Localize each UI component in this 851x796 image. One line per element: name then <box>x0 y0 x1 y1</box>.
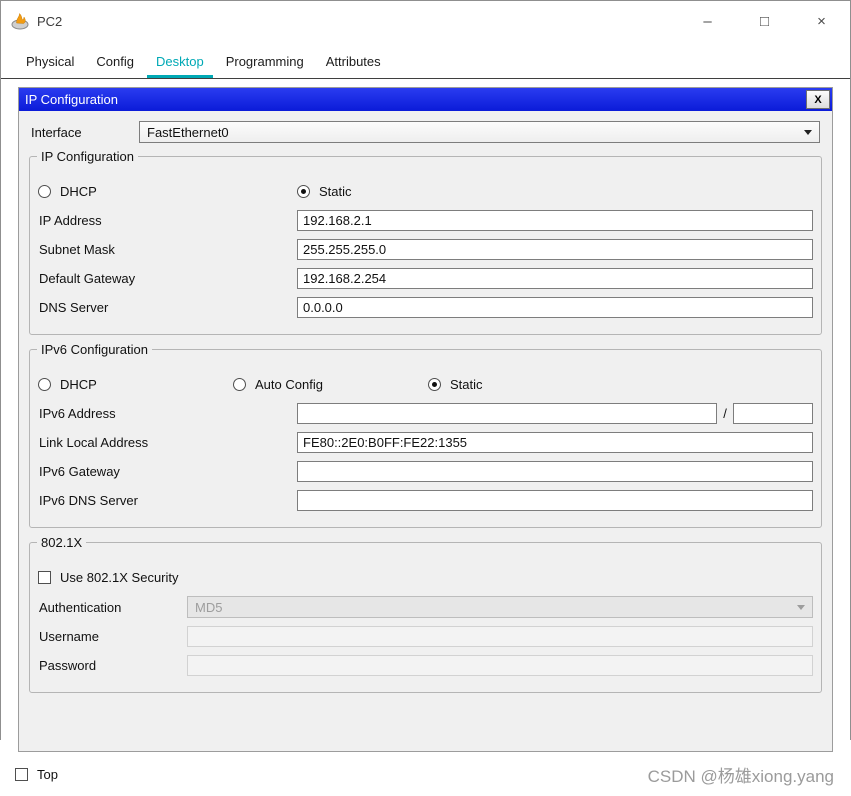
window-footer: Top CSDN @杨雄xiong.yang <box>1 752 850 796</box>
ip-configuration-group: IP Configuration DHCP Static IP Address <box>29 149 822 335</box>
subnet-mask-field[interactable] <box>297 239 813 260</box>
ipv6-address-label: IPv6 Address <box>39 406 116 421</box>
use-8021x-label: Use 802.1X Security <box>60 570 179 585</box>
radio-icon <box>38 185 51 198</box>
tab-desktop[interactable]: Desktop <box>145 45 215 78</box>
ipv6-gateway-label: IPv6 Gateway <box>39 464 120 479</box>
default-gateway-field[interactable] <box>297 268 813 289</box>
window-titlebar: PC2 – □ × <box>1 1 850 41</box>
tab-attributes[interactable]: Attributes <box>315 45 392 78</box>
ip-dhcp-radio[interactable]: DHCP <box>38 184 297 199</box>
dialog-close-button[interactable]: X <box>806 90 830 109</box>
ip-mode-row: DHCP Static <box>38 181 813 202</box>
dns-server-row: DNS Server <box>38 297 813 318</box>
ipv6-dns-server-field[interactable] <box>297 490 813 511</box>
window-controls: – □ × <box>679 1 850 41</box>
ipv6-static-label: Static <box>450 377 483 392</box>
default-gateway-label: Default Gateway <box>39 271 136 286</box>
radio-icon <box>38 378 51 391</box>
subnet-mask-label: Subnet Mask <box>39 242 115 257</box>
top-checkbox[interactable]: Top <box>15 767 58 782</box>
interface-selected-value: FastEthernet0 <box>147 124 229 140</box>
ip-address-label: IP Address <box>39 213 102 228</box>
authentication-selected-value: MD5 <box>195 599 223 615</box>
interface-row: Interface FastEthernet0 <box>29 118 822 146</box>
password-row: Password <box>38 655 813 676</box>
password-field <box>187 655 813 676</box>
dialog-titlebar: IP Configuration X <box>19 88 832 111</box>
dialog-title: IP Configuration <box>25 92 118 107</box>
ip-configuration-dialog: IP Configuration X Interface FastEtherne… <box>18 87 833 752</box>
dns-server-label: DNS Server <box>39 300 109 315</box>
ipv6-static-radio[interactable]: Static <box>428 377 483 392</box>
ipv6-gateway-row: IPv6 Gateway <box>38 461 813 482</box>
username-label: Username <box>39 629 99 644</box>
tab-content: IP Configuration X Interface FastEtherne… <box>1 79 850 752</box>
radio-icon <box>233 378 246 391</box>
authentication-select: MD5 <box>187 596 813 618</box>
ipv6-dns-server-label: IPv6 DNS Server <box>39 493 138 508</box>
ip-static-radio[interactable]: Static <box>297 184 352 199</box>
checkbox-icon <box>38 571 51 584</box>
top-label: Top <box>37 766 58 782</box>
authentication-label: Authentication <box>39 599 122 615</box>
authentication-row: Authentication MD5 <box>38 596 813 618</box>
ipv6-mode-row: DHCP Auto Config Static <box>38 374 813 395</box>
ip-configuration-group-title: IP Configuration <box>37 149 138 164</box>
use-8021x-row: Use 802.1X Security <box>38 567 813 588</box>
link-local-address-label: Link Local Address <box>39 435 149 450</box>
ipv6-dhcp-radio[interactable]: DHCP <box>38 377 233 392</box>
link-local-address-field[interactable] <box>297 432 813 453</box>
ipv6-gateway-field[interactable] <box>297 461 813 482</box>
app-window: PC2 – □ × Physical Config Desktop Progra… <box>0 0 851 796</box>
ip-dhcp-label: DHCP <box>60 184 97 199</box>
ipv6-address-field[interactable] <box>297 403 717 424</box>
ipv6-prefix-field[interactable] <box>733 403 813 424</box>
ipv6-dns-server-row: IPv6 DNS Server <box>38 490 813 511</box>
chevron-down-icon <box>804 129 812 135</box>
dns-server-field[interactable] <box>297 297 813 318</box>
use-8021x-checkbox[interactable]: Use 802.1X Security <box>38 570 179 585</box>
dialog-body: Interface FastEthernet0 IP Configuration… <box>19 111 832 751</box>
ipv6-configuration-group-title: IPv6 Configuration <box>37 342 152 357</box>
ipv6-dhcp-label: DHCP <box>60 377 97 392</box>
window-title: PC2 <box>37 13 63 29</box>
interface-label: Interface <box>31 124 82 140</box>
tab-physical[interactable]: Physical <box>15 45 85 78</box>
ipv6-auto-config-label: Auto Config <box>255 377 323 392</box>
subnet-mask-row: Subnet Mask <box>38 239 813 260</box>
watermark: CSDN @杨雄xiong.yang <box>647 766 834 786</box>
interface-select[interactable]: FastEthernet0 <box>139 121 820 143</box>
password-label: Password <box>39 658 97 673</box>
checkbox-icon <box>15 767 28 781</box>
username-field <box>187 626 813 647</box>
default-gateway-row: Default Gateway <box>38 268 813 289</box>
username-row: Username <box>38 626 813 647</box>
close-button[interactable]: × <box>793 1 850 41</box>
tab-config[interactable]: Config <box>85 45 145 78</box>
ip-static-label: Static <box>319 184 352 199</box>
ip-address-row: IP Address <box>38 210 813 231</box>
ip-address-field[interactable] <box>297 210 813 231</box>
app-icon <box>11 12 29 30</box>
radio-icon <box>428 378 441 391</box>
ipv6-auto-config-radio[interactable]: Auto Config <box>233 377 428 392</box>
dot1x-group-title: 802.1X <box>37 535 87 550</box>
ipv6-configuration-group: IPv6 Configuration DHCP Auto Config Stat… <box>29 342 822 528</box>
tab-programming[interactable]: Programming <box>215 45 315 78</box>
ipv6-address-row: IPv6 Address / <box>38 403 813 424</box>
tab-bar: Physical Config Desktop Programming Attr… <box>1 41 850 79</box>
chevron-down-icon <box>797 604 805 610</box>
maximize-button[interactable]: □ <box>736 1 793 41</box>
dot1x-group: 802.1X Use 802.1X Security Authenticatio… <box>29 535 822 693</box>
ipv6-prefix-separator: / <box>723 406 727 421</box>
link-local-address-row: Link Local Address <box>38 432 813 453</box>
minimize-button[interactable]: – <box>679 1 736 41</box>
radio-icon <box>297 185 310 198</box>
